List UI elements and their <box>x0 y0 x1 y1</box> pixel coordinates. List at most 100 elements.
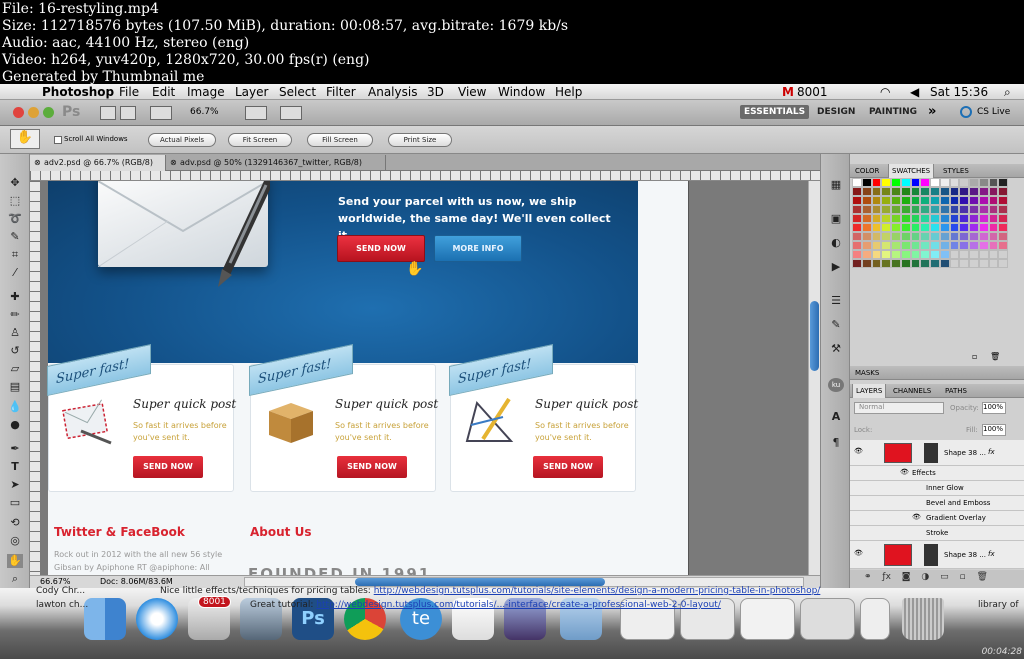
swatch[interactable] <box>949 223 960 232</box>
close-icon[interactable] <box>13 107 24 118</box>
marquee-tool-icon[interactable]: ⬚ <box>7 194 23 208</box>
swatch[interactable] <box>871 241 882 250</box>
swatch[interactable] <box>900 178 911 187</box>
crop-tool-icon[interactable]: ⌗ <box>7 248 23 262</box>
swatch[interactable] <box>998 205 1008 214</box>
new-swatch-icon[interactable]: ▫ <box>972 352 977 361</box>
menu-select[interactable]: Select <box>279 85 316 99</box>
swatch[interactable] <box>988 187 999 196</box>
menu-layer[interactable]: Layer <box>235 85 268 99</box>
blend-mode-select[interactable]: Normal <box>854 402 944 414</box>
eyedropper-tool-icon[interactable]: ⁄ <box>7 266 23 280</box>
cs-live-label[interactable]: CS Live <box>977 107 1010 117</box>
swatch[interactable] <box>949 214 960 223</box>
swatch[interactable] <box>900 187 911 196</box>
card-send-now-button[interactable]: SEND NOW <box>337 456 407 478</box>
swatch[interactable] <box>939 232 950 241</box>
tab-styles[interactable]: STYLES <box>940 164 972 178</box>
swatch[interactable] <box>852 214 862 223</box>
swatch[interactable] <box>871 205 882 214</box>
navigator-panel-icon[interactable]: ◐ <box>828 236 844 250</box>
hero-send-now-button[interactable]: SEND NOW <box>337 235 425 262</box>
search-icon[interactable]: ⌕ <box>1004 85 1011 100</box>
adjustment-layer-icon[interactable]: ◑ <box>921 572 929 582</box>
type-tool-icon[interactable]: T <box>7 460 23 474</box>
link-layers-icon[interactable]: ⚭ <box>864 572 872 582</box>
eye-icon[interactable]: 👁 <box>900 468 909 476</box>
dodge-tool-icon[interactable]: ● <box>7 418 23 432</box>
swatch[interactable] <box>949 187 960 196</box>
swatch[interactable] <box>998 259 1008 268</box>
swatch[interactable] <box>998 178 1008 187</box>
swatch[interactable] <box>939 214 950 223</box>
swatch[interactable] <box>891 214 901 223</box>
swatch[interactable] <box>920 187 930 196</box>
tab-adv[interactable]: ⊗ adv.psd @ 50% (1329146367_twitter, RGB… <box>166 155 386 171</box>
swatch[interactable] <box>959 178 969 187</box>
swatch[interactable] <box>861 232 872 241</box>
swatch[interactable] <box>891 241 901 250</box>
play-panel-icon[interactable]: ▶ <box>828 260 844 274</box>
history-panel-icon[interactable]: ▦ <box>828 178 844 192</box>
swatch[interactable] <box>861 205 872 214</box>
swatch[interactable] <box>969 250 979 259</box>
menu-help[interactable]: Help <box>555 85 582 99</box>
workspace-painting[interactable]: PAINTING <box>869 107 917 117</box>
mini-bridge-icon[interactable] <box>120 106 136 120</box>
swatch[interactable] <box>871 223 882 232</box>
tab-paths[interactable]: PATHS <box>942 384 970 398</box>
swatch[interactable] <box>939 187 950 196</box>
hero-more-info-button[interactable]: MORE INFO <box>434 235 522 262</box>
swatch[interactable] <box>959 259 969 268</box>
swatch[interactable] <box>969 187 979 196</box>
menu-view[interactable]: View <box>458 85 486 99</box>
fx-icon[interactable]: fx <box>988 448 995 456</box>
swatch[interactable] <box>910 241 921 250</box>
swatch[interactable] <box>920 205 930 214</box>
minimize-icon[interactable] <box>28 107 39 118</box>
swatch[interactable] <box>988 205 999 214</box>
print-size-button[interactable]: Print Size <box>388 133 452 147</box>
swatch[interactable] <box>891 205 901 214</box>
swatch[interactable] <box>910 196 921 205</box>
menu-file[interactable]: File <box>119 85 139 99</box>
swatch[interactable] <box>949 232 960 241</box>
swatch[interactable] <box>861 241 872 250</box>
add-style-icon[interactable]: ƒx <box>882 572 891 582</box>
swatch[interactable] <box>988 250 999 259</box>
swatch-grid[interactable] <box>852 178 1008 268</box>
swatch[interactable] <box>920 250 930 259</box>
swatch[interactable] <box>969 196 979 205</box>
effect-row[interactable]: 👁 Gradient Overlay <box>850 511 1024 526</box>
swatch[interactable] <box>959 214 969 223</box>
swatch[interactable] <box>998 196 1008 205</box>
swatch[interactable] <box>988 178 999 187</box>
swatch[interactable] <box>861 178 872 187</box>
swatch[interactable] <box>969 259 979 268</box>
swatch[interactable] <box>978 187 989 196</box>
kuler-icon[interactable]: ku <box>828 378 844 392</box>
healing-brush-icon[interactable]: ✚ <box>7 290 23 304</box>
tool-presets-icon[interactable]: ⚒ <box>828 342 844 356</box>
trash-icon[interactable] <box>902 598 944 640</box>
swatch[interactable] <box>871 187 882 196</box>
swatch[interactable] <box>920 241 930 250</box>
swatch[interactable] <box>939 223 950 232</box>
swatch[interactable] <box>959 187 969 196</box>
swatch[interactable] <box>998 214 1008 223</box>
brush-tool-icon[interactable]: ✏ <box>7 308 23 322</box>
swatch[interactable] <box>900 232 911 241</box>
swatch[interactable] <box>969 241 979 250</box>
swatch[interactable] <box>910 178 921 187</box>
swatch[interactable] <box>939 259 950 268</box>
eye-icon[interactable]: 👁 <box>854 549 863 557</box>
swatch[interactable] <box>930 196 940 205</box>
layer-row[interactable]: 👁 Shape 38 ... fx <box>850 440 1024 466</box>
window-thumbnail[interactable] <box>860 598 890 640</box>
character-panel-icon[interactable]: A <box>828 410 844 424</box>
swatch[interactable] <box>920 196 930 205</box>
eye-icon[interactable]: 👁 <box>912 513 921 521</box>
card-send-now-button[interactable]: SEND NOW <box>533 456 603 478</box>
swatch[interactable] <box>920 223 930 232</box>
swatch[interactable] <box>881 259 891 268</box>
